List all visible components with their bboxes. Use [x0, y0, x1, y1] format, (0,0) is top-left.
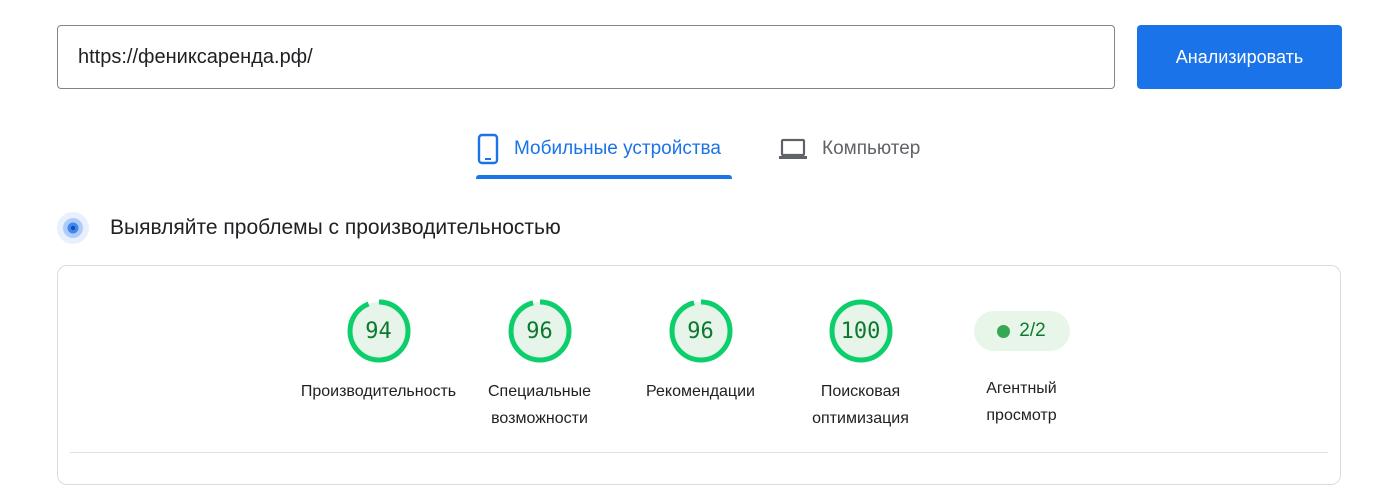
gauge-score: 96	[687, 318, 714, 344]
gauge-label: Специальные возможности	[487, 383, 592, 427]
laptop-icon	[778, 137, 808, 161]
url-input[interactable]	[57, 25, 1115, 89]
analyze-button[interactable]: Анализировать	[1137, 25, 1342, 89]
agent-score: 2/2	[1019, 320, 1046, 341]
gauge-performance: 94 Производительность	[298, 298, 459, 405]
active-tab-indicator	[476, 175, 732, 179]
agent-browsing: 2/2 Агентный просмотр	[941, 311, 1102, 429]
gauge-circle[interactable]: 94	[346, 298, 412, 364]
gauge-circle[interactable]: 96	[507, 298, 573, 364]
agent-label: Агентный просмотр	[986, 380, 1057, 424]
gauge-label: Рекомендации	[646, 383, 755, 400]
smartphone-icon	[476, 133, 500, 165]
gauge-seo: 100 Поисковая оптимизация	[780, 298, 941, 432]
tab-mobile[interactable]: Мобильные устройства	[476, 120, 732, 178]
tab-mobile-label: Мобильные устройства	[514, 138, 721, 159]
gauge-label: Производительность	[300, 383, 457, 400]
gauge-circle[interactable]: 96	[668, 298, 734, 364]
device-tabs: Мобильные устройства Компьютер	[0, 120, 1400, 182]
gauge-score: 96	[526, 318, 553, 344]
gauge-accessibility: 96 Специальные возможности	[459, 298, 620, 432]
tab-desktop[interactable]: Компьютер	[778, 120, 948, 178]
gauge-circle[interactable]: 100	[828, 298, 894, 364]
card-divider	[70, 452, 1328, 453]
tab-desktop-label: Компьютер	[822, 138, 921, 159]
agent-badge[interactable]: 2/2	[973, 311, 1070, 351]
gauge-best-practices: 96 Рекомендации	[620, 298, 781, 405]
scores-card: 94 Производительность 96 Специальные воз…	[57, 265, 1341, 485]
pass-dot-icon	[997, 324, 1011, 338]
gauge-score: 94	[365, 318, 392, 344]
gauge-label: Поисковая оптимизация	[812, 383, 909, 427]
section-title: Выявляйте проблемы с производительностью	[110, 216, 561, 239]
section-header: Выявляйте проблемы с производительностью	[57, 211, 561, 245]
gauge-score: 100	[840, 318, 881, 344]
performance-target-icon	[57, 212, 89, 244]
